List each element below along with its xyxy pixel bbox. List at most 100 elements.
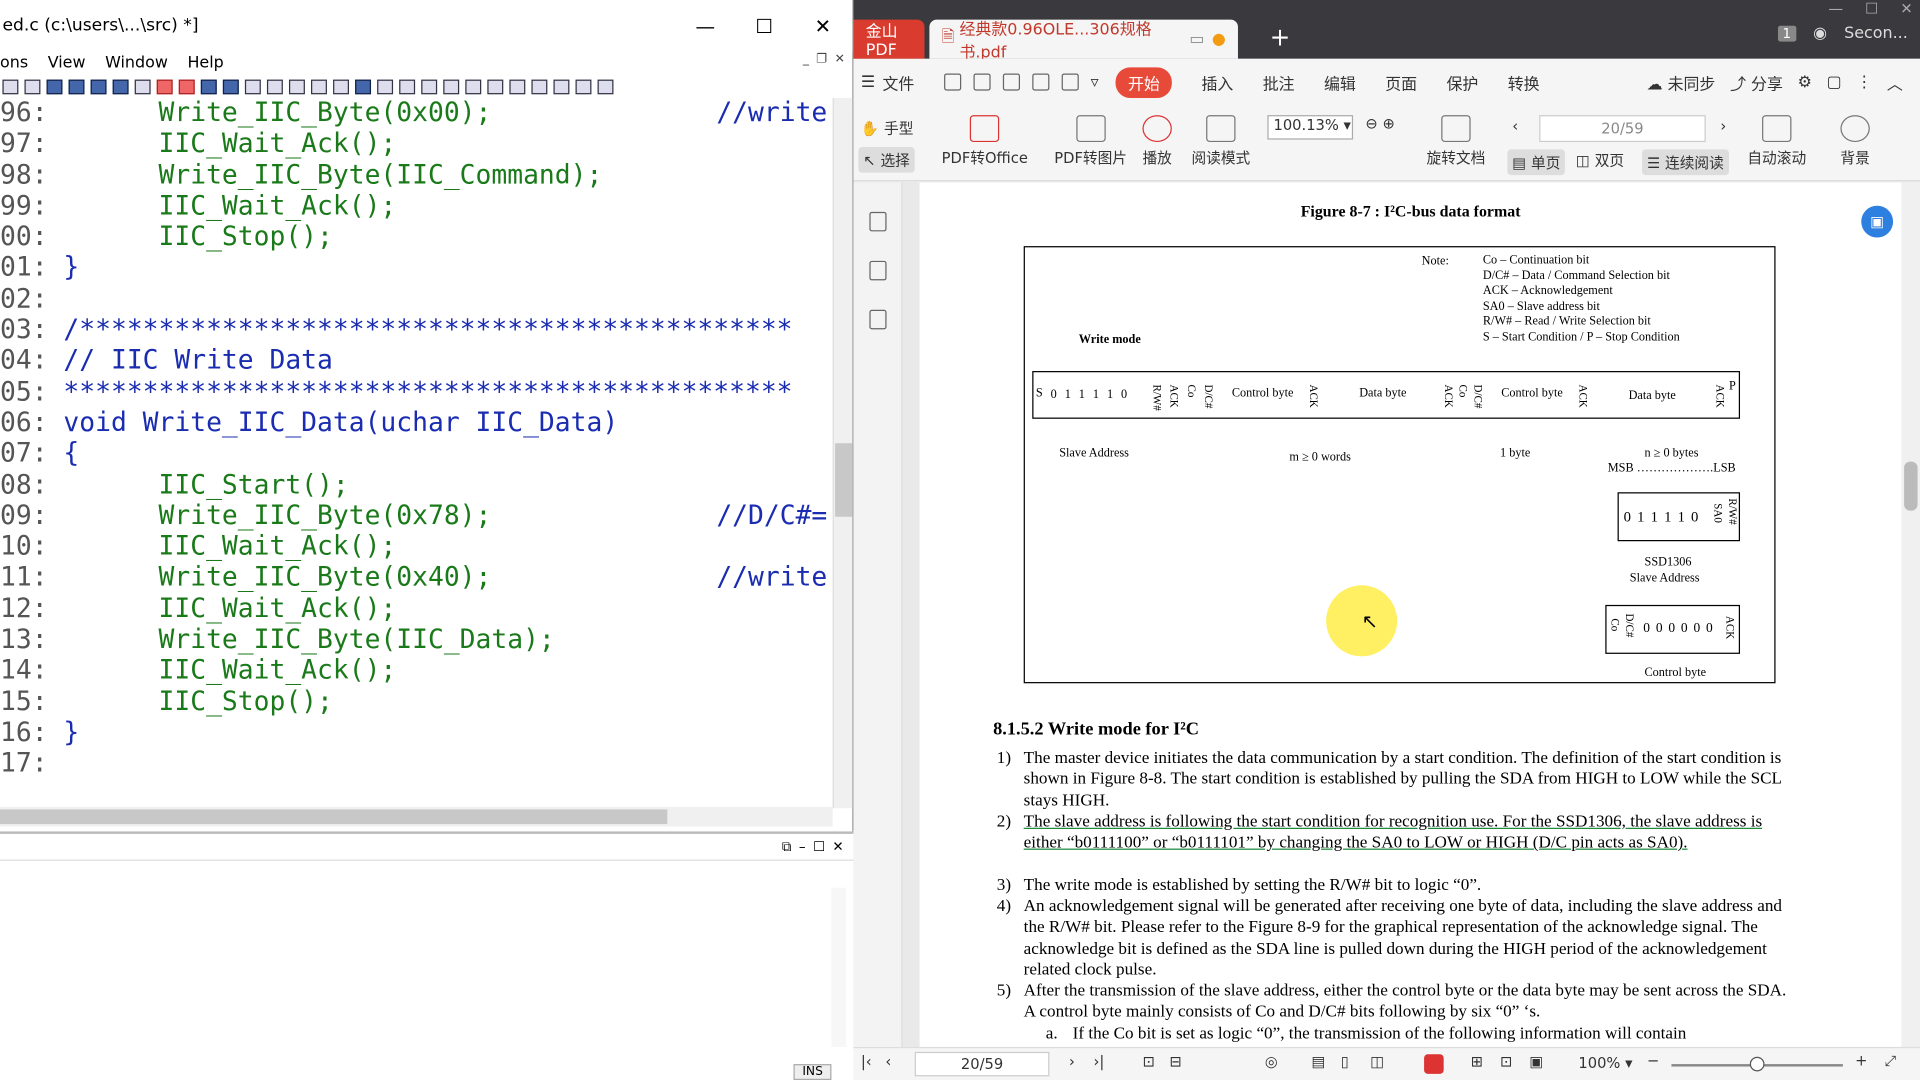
code-line[interactable]: 10: IIC_Wait_Ack(); xyxy=(0,532,833,563)
rotate-button[interactable]: 旋转文档 xyxy=(1427,115,1485,168)
menu-protect[interactable]: 保护 xyxy=(1446,70,1478,93)
next-page-icon[interactable]: › xyxy=(1069,1053,1075,1070)
play-button[interactable]: 播放 xyxy=(1142,115,1172,168)
zoom-out-icon[interactable]: − xyxy=(1647,1052,1659,1069)
scroll-thumb[interactable] xyxy=(835,443,853,517)
pdf-vertical-scrollbar[interactable] xyxy=(1901,182,1920,1047)
tab-document[interactable]: 🗎 经典款0.96OLE...306规格书.pdf ▭ ● xyxy=(929,19,1238,62)
sync-status[interactable]: ☁ 未同步 xyxy=(1647,70,1716,93)
export-icon[interactable]: ⊟ xyxy=(1169,1053,1181,1070)
download-icon[interactable] xyxy=(355,79,372,95)
redo-icon[interactable] xyxy=(24,79,41,95)
menu-view[interactable]: View xyxy=(48,53,86,71)
settings-icon[interactable]: ⚙ xyxy=(1798,73,1812,91)
more-icon[interactable]: ▿ xyxy=(1091,73,1099,91)
replace-icon[interactable] xyxy=(134,79,151,95)
code-line[interactable]: 00: IIC_Stop(); xyxy=(0,222,833,253)
window1-icon[interactable] xyxy=(377,79,394,95)
layout1-icon[interactable]: ▤ xyxy=(1311,1053,1325,1070)
tool2-icon[interactable] xyxy=(553,79,570,95)
code-line[interactable]: 17: xyxy=(0,748,833,779)
menu-file[interactable]: 文件 xyxy=(882,70,914,93)
bookmark-icon[interactable] xyxy=(156,79,173,95)
code-line[interactable]: 99: IIC_Wait_Ack(); xyxy=(0,191,833,222)
view-icon[interactable] xyxy=(509,79,526,95)
menu-window[interactable]: Window xyxy=(105,53,168,71)
window-count-badge[interactable]: 1 xyxy=(1777,25,1796,42)
tool1-icon[interactable] xyxy=(531,79,548,95)
code-line[interactable]: 11: Write_IIC_Byte(0x40); //write xyxy=(0,563,833,594)
next-page-icon[interactable]: › xyxy=(1720,118,1726,135)
avatar[interactable]: ◉ xyxy=(1813,24,1827,42)
menu-options[interactable]: ons xyxy=(0,53,28,71)
zoom-slider-knob[interactable] xyxy=(1749,1056,1765,1072)
tool4-icon[interactable] xyxy=(597,79,614,95)
back-icon[interactable] xyxy=(200,79,217,95)
code-line[interactable]: 08: IIC_Start(); xyxy=(0,470,833,501)
code-line[interactable]: 07: { xyxy=(0,439,833,470)
collapse-icon[interactable]: ︿ xyxy=(1887,70,1903,93)
floating-tool-button[interactable]: ▣ xyxy=(1861,205,1894,238)
code-line[interactable]: 04: // IIC Write Data xyxy=(0,346,833,377)
undo-icon[interactable] xyxy=(2,79,19,95)
find-next-icon[interactable] xyxy=(68,79,85,95)
view2-icon[interactable]: ⊡ xyxy=(1500,1053,1512,1070)
background-button[interactable]: 背景 xyxy=(1840,115,1870,168)
continuous-read-button[interactable]: ☰ 连续阅读 xyxy=(1642,149,1729,176)
signature-icon[interactable] xyxy=(868,309,886,330)
eye-icon[interactable]: ◎ xyxy=(1265,1053,1278,1070)
code-line[interactable]: 01: } xyxy=(0,253,833,284)
bookmark-clear-icon[interactable] xyxy=(178,79,195,95)
account-name[interactable]: Secon... xyxy=(1844,24,1908,42)
present-icon[interactable] xyxy=(1424,1054,1444,1074)
close-icon[interactable]: ✕ xyxy=(1900,0,1912,17)
pane-maximize-icon[interactable]: ☐ xyxy=(813,839,825,855)
layout3-icon[interactable]: ◫ xyxy=(1370,1053,1384,1070)
redo-icon[interactable] xyxy=(1061,73,1079,91)
code-line[interactable]: 13: Write_IIC_Byte(IIC_Data); xyxy=(0,625,833,656)
pdf-to-image-button[interactable]: PDF转图片 xyxy=(1054,115,1127,168)
editor-vertical-scrollbar[interactable] xyxy=(832,97,853,809)
menu-convert[interactable]: 转换 xyxy=(1508,70,1540,93)
outdent-icon[interactable] xyxy=(266,79,283,95)
auto-scroll-button[interactable]: 自动滚动 xyxy=(1747,115,1806,168)
code-line[interactable]: 02: xyxy=(0,284,833,315)
minimize-icon[interactable]: — xyxy=(676,14,735,37)
minimize-icon[interactable]: — xyxy=(1828,0,1843,17)
zoom-select[interactable]: 100.13% ▾ xyxy=(1267,115,1354,140)
tool3-icon[interactable] xyxy=(575,79,592,95)
code-line[interactable]: 98: Write_IIC_Byte(IIC_Command); xyxy=(0,160,833,191)
mdi-minimize-icon[interactable]: _ xyxy=(803,53,809,66)
window4-icon[interactable] xyxy=(443,79,460,95)
rebuild-icon[interactable] xyxy=(333,79,349,95)
fit-icon[interactable]: ⊡ xyxy=(1142,1053,1154,1070)
bookmark-icon[interactable] xyxy=(868,211,886,232)
prev-page-icon[interactable]: ‹ xyxy=(885,1053,891,1070)
close-icon[interactable]: ✕ xyxy=(793,14,852,37)
maximize-icon[interactable]: ☐ xyxy=(1865,0,1878,17)
pane-close-icon[interactable]: ✕ xyxy=(832,839,843,855)
hamburger-icon[interactable]: ☰ xyxy=(861,73,875,91)
view3-icon[interactable]: ▣ xyxy=(1529,1053,1543,1070)
hand-tool-button[interactable]: ✋ 手型 xyxy=(861,118,914,139)
help-icon[interactable] xyxy=(487,79,504,95)
code-line[interactable]: 09: Write_IIC_Byte(0x78); //D/C#= xyxy=(0,501,833,532)
editor-horizontal-scrollbar[interactable] xyxy=(0,806,833,827)
code-line[interactable]: 06: void Write_IIC_Data(uchar IIC_Data) xyxy=(0,408,833,439)
status-zoom[interactable]: 100% ▾ xyxy=(1578,1054,1632,1071)
find-files-icon[interactable] xyxy=(112,79,129,95)
code-line[interactable]: 16: } xyxy=(0,717,833,748)
compile-icon[interactable] xyxy=(288,79,305,95)
code-line[interactable]: 03: /***********************************… xyxy=(0,315,833,346)
prev-page-icon[interactable]: ‹ xyxy=(1512,118,1518,135)
build-icon[interactable] xyxy=(311,79,327,95)
find-icon[interactable] xyxy=(46,79,63,95)
debug-icon[interactable] xyxy=(465,79,482,95)
print-icon[interactable] xyxy=(1002,73,1020,91)
status-page-input[interactable]: 20/59 xyxy=(914,1051,1050,1077)
find-prev-icon[interactable] xyxy=(90,79,107,95)
code-line[interactable]: 15: IIC_Stop(); xyxy=(0,687,833,718)
mdi-close-icon[interactable]: ✕ xyxy=(835,53,845,66)
code-area[interactable]: 96: Write_IIC_Byte(0x00);//write 97: IIC_… xyxy=(0,98,833,808)
menu-start[interactable]: 开始 xyxy=(1115,66,1173,98)
